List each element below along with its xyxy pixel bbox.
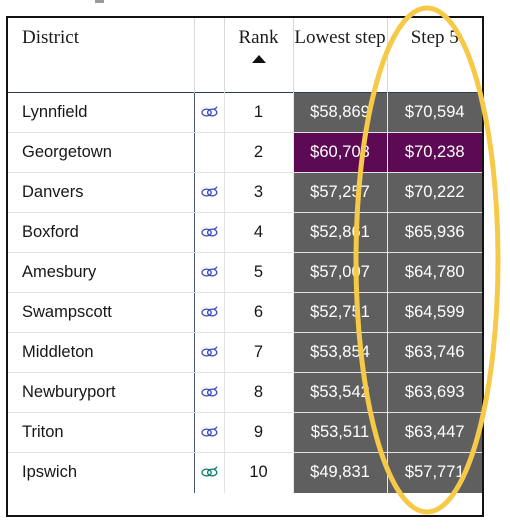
cell-link[interactable] <box>193 92 224 133</box>
cell-lowest-step: $52,861 <box>292 212 387 253</box>
table-row[interactable]: Lynnfield 1 $58,869 $70,594 <box>8 92 482 133</box>
cell-rank: 4 <box>223 212 293 253</box>
cell-rank: 1 <box>223 92 293 133</box>
hyperlink-icon[interactable] <box>200 426 218 439</box>
cell-lowest-step: $60,703 <box>292 132 387 173</box>
cell-link[interactable] <box>193 412 224 453</box>
cell-step5: $70,594 <box>386 92 482 133</box>
cell-link <box>193 132 224 173</box>
table-row[interactable]: Swampscott 6 $52,751 $64,599 <box>8 292 482 333</box>
cell-rank: 10 <box>223 452 293 493</box>
clipped-top-fragment <box>95 0 104 3</box>
cell-rank: 6 <box>223 292 293 333</box>
cell-link[interactable] <box>193 292 224 333</box>
table-row[interactable]: Ipswich 10 $49,831 $57,771 <box>8 452 482 493</box>
cell-district: Danvers <box>8 172 194 213</box>
cell-step5: $64,599 <box>386 292 482 333</box>
hyperlink-icon[interactable] <box>200 466 218 479</box>
cell-rank: 2 <box>223 132 293 173</box>
cell-step5: $63,447 <box>386 412 482 453</box>
cell-rank: 7 <box>223 332 293 373</box>
header-row: District Rank Lowest step Step 5 <box>8 18 482 93</box>
cell-rank: 5 <box>223 252 293 293</box>
caret-up-icon <box>251 55 266 64</box>
cell-step5: $57,771 <box>386 452 482 493</box>
hyperlink-icon[interactable] <box>200 226 218 239</box>
cell-lowest-step: $52,751 <box>292 292 387 333</box>
cell-rank: 9 <box>223 412 293 453</box>
hyperlink-icon[interactable] <box>200 306 218 319</box>
column-header-lowest-step-label: Lowest step <box>294 27 386 48</box>
cell-step5: $70,238 <box>386 132 482 173</box>
cell-lowest-step: $58,869 <box>292 92 387 133</box>
cell-rank: 3 <box>223 172 293 213</box>
hyperlink-icon[interactable] <box>200 266 218 279</box>
cell-lowest-step: $53,854 <box>292 332 387 373</box>
cell-step5: $70,222 <box>386 172 482 213</box>
column-header-step5[interactable]: Step 5 <box>386 18 482 93</box>
cell-link[interactable] <box>193 212 224 253</box>
column-header-district-label: District <box>22 27 79 48</box>
hyperlink-icon[interactable] <box>200 106 218 119</box>
column-header-rank-label: Rank <box>238 27 279 48</box>
cell-district: Ipswich <box>8 452 194 493</box>
column-header-district[interactable]: District <box>8 18 194 93</box>
cell-district: Georgetown <box>8 132 194 173</box>
screenshot-root: District Rank Lowest step Step 5 Lynnfie… <box>0 0 510 531</box>
cell-step5: $64,780 <box>386 252 482 293</box>
data-grid: District Rank Lowest step Step 5 Lynnfie… <box>8 18 482 493</box>
table-row[interactable]: Amesbury 5 $57,007 $64,780 <box>8 252 482 293</box>
cell-lowest-step: $57,007 <box>292 252 387 293</box>
table-row[interactable]: Boxford 4 $52,861 $65,936 <box>8 212 482 253</box>
cell-district: Swampscott <box>8 292 194 333</box>
column-header-link <box>193 18 224 93</box>
cell-link[interactable] <box>193 372 224 413</box>
table-row[interactable]: Danvers 3 $57,257 $70,222 <box>8 172 482 213</box>
cell-district: Triton <box>8 412 194 453</box>
column-header-lowest-step[interactable]: Lowest step <box>292 18 387 93</box>
cell-link[interactable] <box>193 452 224 493</box>
hyperlink-icon[interactable] <box>200 346 218 359</box>
table-row[interactable]: Newburyport 8 $53,542 $63,693 <box>8 372 482 413</box>
cell-district: Amesbury <box>8 252 194 293</box>
cell-lowest-step: $53,542 <box>292 372 387 413</box>
cell-district: Newburyport <box>8 372 194 413</box>
table-row[interactable]: Georgetown 2 $60,703 $70,238 <box>8 132 482 173</box>
cell-lowest-step: $57,257 <box>292 172 387 213</box>
table-row[interactable]: Middleton 7 $53,854 $63,746 <box>8 332 482 373</box>
hyperlink-icon[interactable] <box>200 386 218 399</box>
cell-district: Middleton <box>8 332 194 373</box>
cell-rank: 8 <box>223 372 293 413</box>
table-bottom-padding <box>8 492 482 515</box>
table-body: Lynnfield 1 $58,869 $70,594 Georgetown 2 $60,7… <box>8 92 482 493</box>
table-row[interactable]: Triton 9 $53,511 $63,447 <box>8 412 482 453</box>
district-salary-table: District Rank Lowest step Step 5 Lynnfie… <box>6 16 484 517</box>
cell-lowest-step: $49,831 <box>292 452 387 493</box>
table-header: District Rank Lowest step Step 5 <box>8 18 482 93</box>
cell-district: Lynnfield <box>8 92 194 133</box>
column-header-step5-label: Step 5 <box>410 27 459 48</box>
cell-link[interactable] <box>193 332 224 373</box>
column-header-rank[interactable]: Rank <box>223 18 293 93</box>
cell-step5: $63,746 <box>386 332 482 373</box>
cell-step5: $65,936 <box>386 212 482 253</box>
cell-link[interactable] <box>193 172 224 213</box>
cell-district: Boxford <box>8 212 194 253</box>
cell-link[interactable] <box>193 252 224 293</box>
cell-step5: $63,693 <box>386 372 482 413</box>
hyperlink-icon[interactable] <box>200 186 218 199</box>
cell-lowest-step: $53,511 <box>292 412 387 453</box>
